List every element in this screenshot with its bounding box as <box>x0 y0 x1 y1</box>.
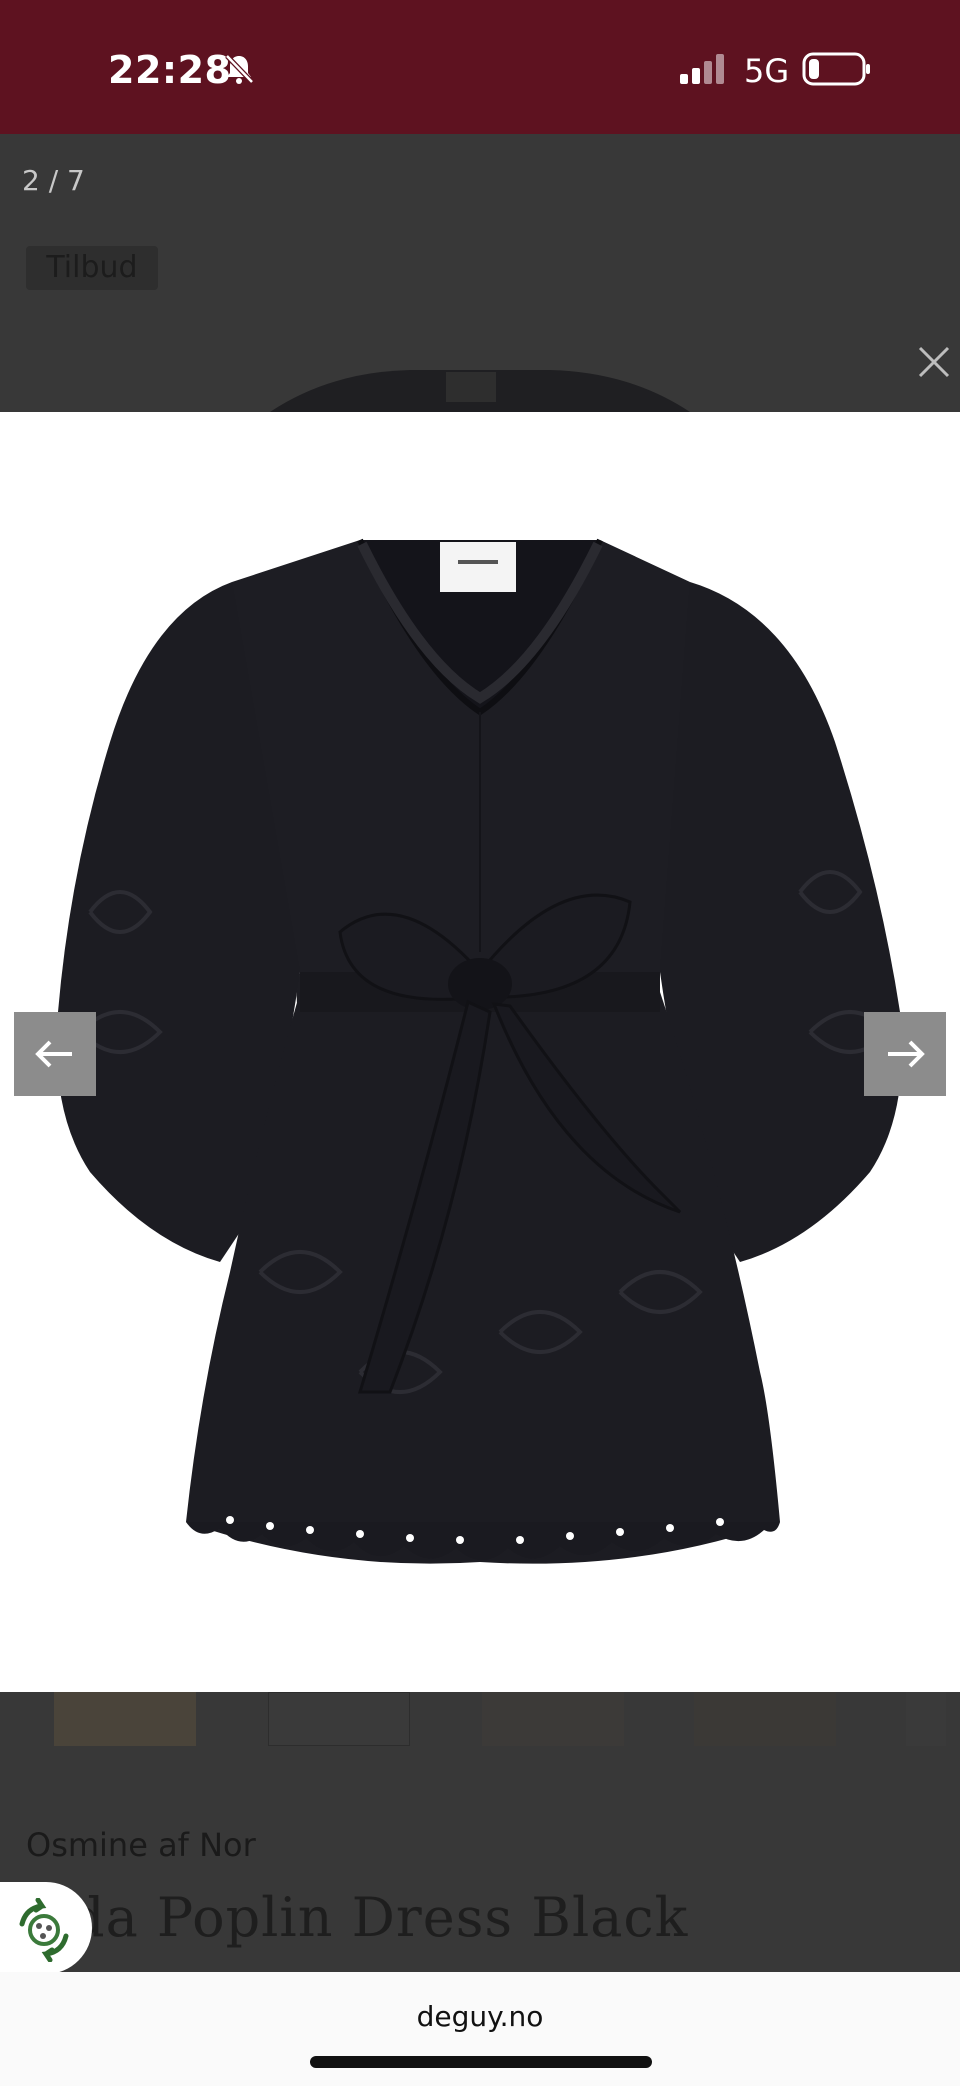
recycle-badge[interactable] <box>0 1882 92 1974</box>
status-time: 22:28 <box>108 48 232 92</box>
image-counter: 2 / 7 <box>22 164 85 197</box>
brand-name: Osmine af Nor <box>26 1826 256 1864</box>
product-image <box>56 538 902 1564</box>
thumbnail[interactable] <box>268 1692 410 1746</box>
url-label[interactable]: deguy.no <box>0 2000 960 2033</box>
home-indicator[interactable] <box>310 2056 652 2068</box>
previous-image-button[interactable] <box>14 1012 96 1096</box>
battery-icon <box>802 52 870 86</box>
thumbnail[interactable] <box>482 1692 624 1746</box>
product-image-viewer[interactable] <box>0 412 960 1692</box>
sale-badge: Tilbud <box>26 246 158 290</box>
status-bar: 22:28 5G <box>0 0 960 134</box>
bell-muted-icon <box>225 54 254 84</box>
product-title: da Poplin Dress Black <box>70 1886 689 1949</box>
arrow-right-icon <box>888 1040 925 1068</box>
thumbnail[interactable] <box>54 1692 196 1746</box>
arrow-left-icon <box>35 1040 72 1068</box>
background-dress-peek <box>270 370 690 412</box>
next-image-button[interactable] <box>864 1012 946 1096</box>
network-label: 5G <box>744 52 790 90</box>
thumbnail-strip <box>0 1692 960 1752</box>
signal-icon <box>680 54 724 84</box>
close-icon[interactable] <box>916 344 952 380</box>
thumbnail[interactable] <box>906 1692 946 1746</box>
recycle-icon <box>19 1898 69 1962</box>
thumbnail[interactable] <box>694 1692 836 1746</box>
